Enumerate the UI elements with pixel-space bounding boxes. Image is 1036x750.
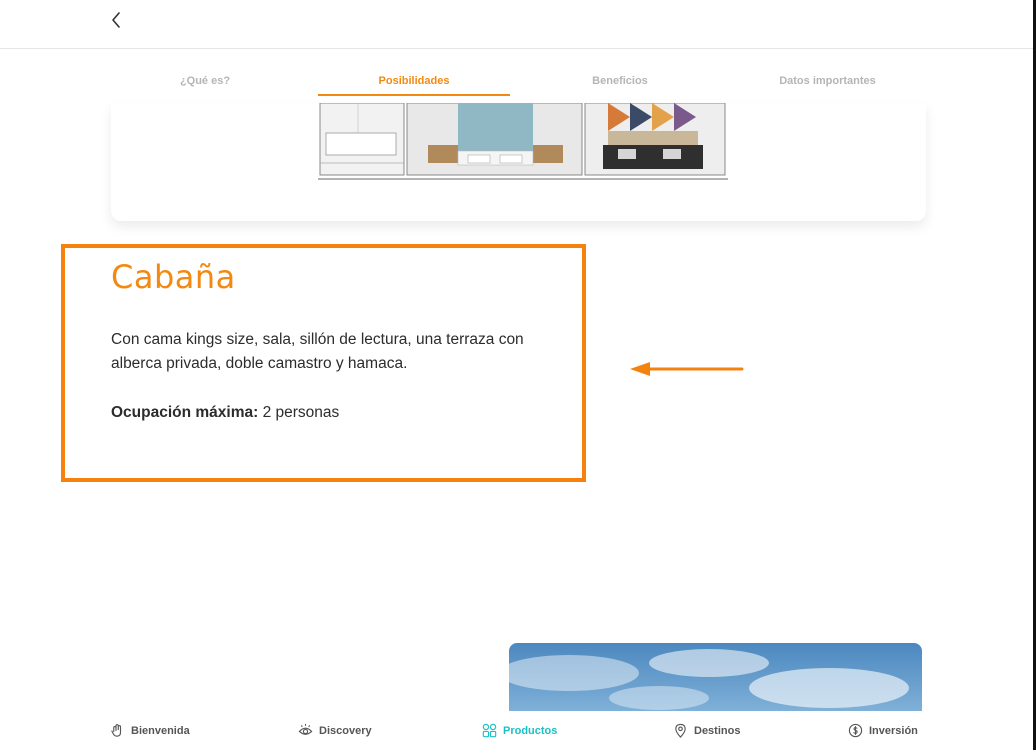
coin-icon [848, 723, 863, 738]
occupancy-line: Ocupación máxima: 2 personas [111, 404, 339, 422]
destination-image-card[interactable] [509, 643, 922, 711]
section-tabs: ¿Qué es? Posibilidades Beneficios Datos … [100, 70, 960, 100]
nav-destinos[interactable]: Destinos [673, 723, 740, 738]
nav-label: Discovery [319, 724, 372, 737]
room-title: Cabaña [111, 258, 236, 296]
nav-productos[interactable]: Productos [482, 723, 557, 738]
occupancy-value: 2 personas [258, 404, 340, 421]
hand-wave-icon [111, 724, 122, 737]
grid-icon [482, 723, 497, 738]
top-bar [0, 0, 1033, 49]
eye-icon [298, 723, 313, 735]
nav-label: Productos [503, 724, 558, 737]
map-pin-icon [675, 723, 686, 738]
tab-datos-importantes[interactable]: Datos importantes [750, 70, 905, 96]
tab-beneficios[interactable]: Beneficios [565, 70, 675, 96]
nav-label: Bienvenida [131, 724, 190, 737]
nav-inversion[interactable]: Inversión [848, 723, 918, 738]
nav-label: Inversión [869, 724, 918, 737]
tab-posibilidades[interactable]: Posibilidades [318, 70, 510, 96]
back-button[interactable] [104, 8, 128, 32]
annotation-arrow [630, 362, 744, 376]
nav-discovery[interactable]: Discovery [298, 723, 372, 738]
chevron-left-icon [112, 12, 120, 28]
nav-bienvenida[interactable]: Bienvenida [110, 723, 190, 738]
nav-label: Destinos [694, 724, 741, 737]
sky-image [509, 649, 909, 710]
tab-que-es[interactable]: ¿Qué es? [150, 70, 260, 96]
occupancy-label: Ocupación máxima: [111, 404, 259, 421]
floor-plan-image [318, 103, 728, 183]
bottom-navigation: Bienvenida Discovery Productos Destinos [0, 711, 1033, 750]
room-description: Con cama kings size, sala, sillón de lec… [111, 331, 524, 372]
